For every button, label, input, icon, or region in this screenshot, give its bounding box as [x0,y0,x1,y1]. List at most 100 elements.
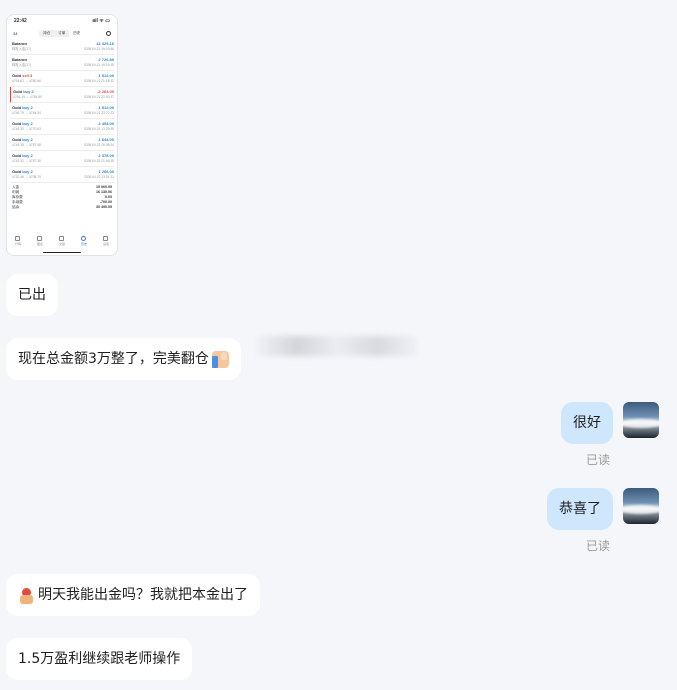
row-left: Gold buy 2 4766.19 → 4754.80 [13,89,42,100]
thumbs-up-icon [211,350,229,368]
message-text: 已出 [18,287,46,303]
message-right: 很好 [561,402,659,444]
row-time: 2026.04.21 19:19:15 [83,63,114,67]
row-amount: 1 644.00 [98,137,114,142]
tab-label: 历史 [80,242,87,246]
trade-history-screenshot[interactable]: 22:42 ail ᯤ ▭ 34 持仓 订单 历史 Balance 转账入金(17… [6,14,118,256]
row-detail: 4749.18 → 4757.58 [12,143,41,147]
message-bubble[interactable]: 已出 [6,274,58,316]
message-text: 很好 [573,415,601,431]
row-right: 2 726.89 2026.04.21 19:19:15 [84,57,114,68]
row-detail: 4764.62 → 4760.66 [12,79,41,83]
row-title: Gold sell 3 [12,73,41,78]
history-row[interactable]: Balance 转账入金(17) 12 325.16 2026.04.21 19:03… [10,39,114,55]
history-row[interactable]: Gold buy 2 4766.19 → 4754.80 -2 264.00 2026… [10,87,114,103]
history-summary: 入金 15 060.05 利润 16 130.06 库存费 0.00 手续费 -700.00 结… [7,183,117,212]
message-bubble[interactable]: 恭喜了 [547,488,613,530]
phone-tab[interactable]: 行情 [15,236,21,247]
row-amount: 1 266.00 [98,169,114,174]
row-time: 2026.04.21 21:18:12 [83,79,114,83]
history-toolbar: 34 持仓 订单 历史 [7,24,117,39]
row-title: Gold buy 2 [12,105,41,110]
row-detail: 转账入金(17) [12,63,32,67]
message-left: 现在总金额3万整了，完美翻仓 [6,338,241,380]
row-amount: 1 512.00 [98,105,114,110]
segment-orders: 订单 [58,31,66,35]
row-side: buy 2 [22,105,33,110]
row-side: buy 2 [22,137,33,142]
message-text: 现在总金额3万整了，完美翻仓 [18,351,209,367]
row-title: Gold buy 2 [13,89,42,94]
row-symbol: Gold [12,121,22,126]
row-right: 2 378.00 2026.04.22 21:46:15 [84,153,114,164]
history-row[interactable]: Gold buy 2 4732.46 → 4738.79 1 266.00 2026.… [10,167,114,183]
phone-tab[interactable]: 历史 [81,236,87,247]
row-left: Gold buy 2 4749.18 → 4757.58 [12,137,41,148]
phone-tab[interactable]: 图表 [37,236,43,247]
row-amount: 12 325.16 [96,41,114,46]
phone-status-icons: ail ᯤ ▭ [92,18,110,24]
tab-icon [103,236,109,241]
row-time: 2026.04.22 21:46:15 [83,159,114,163]
row-detail: 4745.32 → 4757.30 [12,159,41,163]
row-time: 2026.04.22 23:01:11 [83,175,114,179]
row-symbol: Gold [12,169,22,174]
row-title: Balance [12,41,28,46]
row-symbol: Gold [12,153,22,158]
history-row[interactable]: Gold buy 2 4756.79 → 4764.34 1 512.00 2026.… [10,103,114,119]
row-title: Gold buy 2 [12,121,41,126]
row-symbol: Gold [12,105,22,110]
row-title: Gold buy 2 [12,153,41,158]
phone-tab-bar: 行情 图表 交易 历史 设置 [7,236,117,247]
history-row[interactable]: Gold buy 2 4745.32 → 4757.30 2 378.00 2026.… [10,151,114,167]
row-detail: 4732.46 → 4738.79 [12,175,41,179]
row-left: Gold buy 2 4732.46 → 4738.79 [12,169,41,180]
phone-time: 22:42 [14,18,27,24]
tab-icon [81,236,87,241]
row-amount: 2 726.89 [98,57,114,62]
row-side: buy 2 [22,169,33,174]
row-symbol: Gold [12,137,22,142]
message-text: 1.5万盈利继续跟老师操作 [18,651,181,667]
row-left: Balance 转账入金(17) [12,57,31,68]
history-row[interactable]: Gold buy 2 4748.30 → 4770.63 2 454.00 2026.… [10,119,114,135]
row-side: buy 2 [22,153,33,158]
message-bubble[interactable]: 现在总金额3万整了，完美翻仓 [6,338,241,380]
row-amount: 1 512.00 [98,73,114,78]
read-status: 已读 [585,453,610,467]
tab-label: 设置 [102,242,109,246]
history-row[interactable]: Gold sell 3 4764.62 → 4760.66 1 512.00 2026… [10,71,114,87]
message-right: 恭喜了 [547,488,659,530]
message-text: 恭喜了 [559,501,601,517]
tab-icon [15,236,21,241]
row-right: 2 454.00 2026.04.22 13:29:49 [84,121,114,132]
row-right: 1 644.00 2026.04.22 16:38:24 [84,137,114,148]
segment-history: 历史 [69,30,85,37]
phone-tab[interactable]: 设置 [103,236,109,247]
row-time: 2026.04.21 19:03:56 [83,47,114,51]
avatar[interactable] [623,488,659,524]
message-left: 已出 [6,274,58,316]
message-bubble[interactable]: 很好 [561,402,613,444]
row-time: 2026.04.21 23:22:23 [83,111,114,115]
tab-label: 行情 [14,242,21,246]
row-time: 2026.04.22 16:38:24 [83,143,114,147]
history-row[interactable]: Gold buy 2 4749.18 → 4757.58 1 644.00 2026.… [10,135,114,151]
message-bubble[interactable]: 明天我能出金吗？我就把本金出了 [6,574,260,616]
account-label: 34 [13,31,18,36]
segment-positions: 持仓 [43,31,51,35]
history-row[interactable]: Balance 转账入金(17) 2 726.89 2026.04.21 19:19:… [10,55,114,71]
tab-label: 交易 [58,242,65,246]
clock-icon [105,31,111,36]
tab-icon [37,236,43,241]
avatar[interactable] [623,402,659,438]
summary-value: 30 490.05 [96,205,112,209]
row-title: Balance [12,57,28,62]
row-symbol: Gold [13,89,23,94]
row-left: Gold buy 2 4745.32 → 4757.30 [12,153,41,164]
history-list: Balance 转账入金(17) 12 325.16 2026.04.21 19:03… [7,39,117,183]
message-bubble[interactable]: 1.5万盈利继续跟老师操作 [6,638,193,680]
phone-tab[interactable]: 交易 [59,236,65,247]
row-side: buy 2 [23,89,34,94]
row-right: 12 325.16 2026.04.21 19:03:56 [84,41,114,52]
